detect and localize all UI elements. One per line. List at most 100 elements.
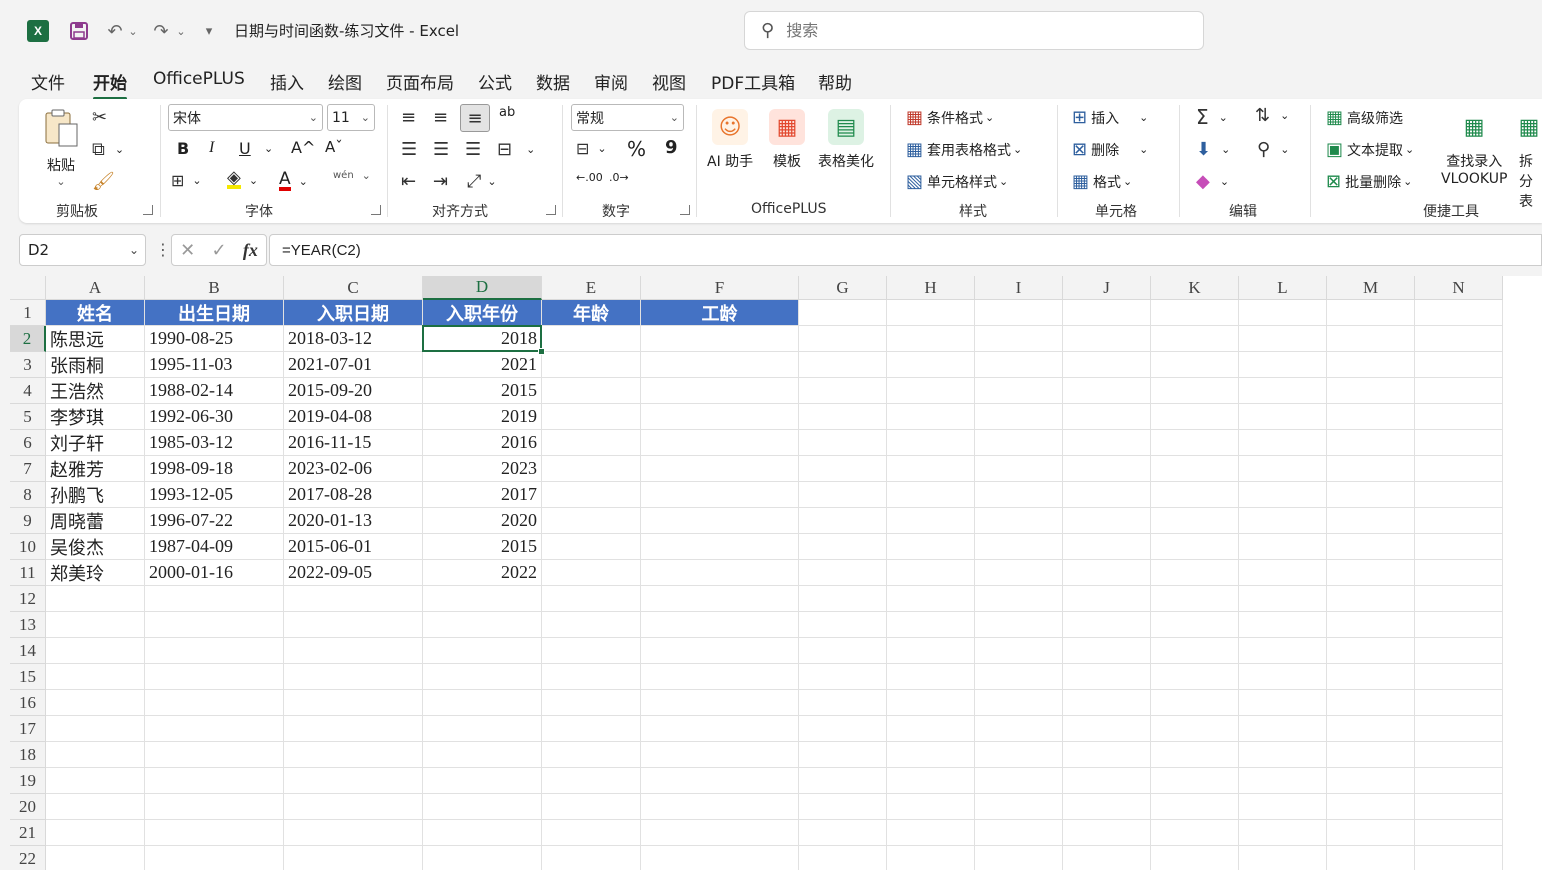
cell-l3[interactable]: [1239, 352, 1327, 378]
cell-g5[interactable]: [799, 404, 887, 430]
cell-j1[interactable]: [1063, 300, 1151, 326]
cell-a12[interactable]: [46, 586, 145, 612]
cell-c2[interactable]: 2018-03-12: [284, 326, 423, 352]
cell-e6[interactable]: [542, 430, 641, 456]
row-header-7[interactable]: 7: [10, 456, 46, 482]
cell-g16[interactable]: [799, 690, 887, 716]
formula-input[interactable]: =YEAR(C2): [269, 234, 1542, 266]
cell-l20[interactable]: [1239, 794, 1327, 820]
cell-f1[interactable]: 工龄: [641, 300, 799, 326]
cell-k5[interactable]: [1151, 404, 1239, 430]
alignment-launcher-icon[interactable]: [546, 205, 556, 215]
cell-b5[interactable]: 1992-06-30: [145, 404, 284, 430]
cell-a17[interactable]: [46, 716, 145, 742]
cell-styles-button[interactable]: ▧ 单元格样式 ⌄: [906, 171, 1008, 192]
cell-f3[interactable]: [641, 352, 799, 378]
undo-icon[interactable]: ↶: [102, 18, 128, 44]
cell-c17[interactable]: [284, 716, 423, 742]
cell-n21[interactable]: [1415, 820, 1503, 846]
decrease-indent-icon[interactable]: ⇤: [401, 171, 416, 192]
cell-e3[interactable]: [542, 352, 641, 378]
cell-a16[interactable]: [46, 690, 145, 716]
copy-icon[interactable]: ⧉ ⌄: [92, 139, 124, 160]
cell-m20[interactable]: [1327, 794, 1415, 820]
cell-c12[interactable]: [284, 586, 423, 612]
cell-a3[interactable]: 张雨桐: [46, 352, 145, 378]
cell-n13[interactable]: [1415, 612, 1503, 638]
cell-j6[interactable]: [1063, 430, 1151, 456]
column-header-n[interactable]: N: [1415, 276, 1503, 300]
cell-g15[interactable]: [799, 664, 887, 690]
cell-h6[interactable]: [887, 430, 975, 456]
cell-b7[interactable]: 1998-09-18: [145, 456, 284, 482]
conditional-format-button[interactable]: ▦ 条件格式 ⌄: [906, 107, 994, 128]
tab-data[interactable]: 数据: [536, 69, 570, 94]
row-header-8[interactable]: 8: [10, 482, 46, 508]
cell-b11[interactable]: 2000-01-16: [145, 560, 284, 586]
cell-i19[interactable]: [975, 768, 1063, 794]
comma-style-button[interactable]: 9: [665, 137, 678, 158]
cell-a21[interactable]: [46, 820, 145, 846]
cell-d14[interactable]: [423, 638, 542, 664]
cell-d13[interactable]: [423, 612, 542, 638]
cell-m5[interactable]: [1327, 404, 1415, 430]
cell-f6[interactable]: [641, 430, 799, 456]
column-header-f[interactable]: F: [641, 276, 799, 300]
cell-a11[interactable]: 郑美玲: [46, 560, 145, 586]
font-launcher-icon[interactable]: [371, 205, 381, 215]
cell-l18[interactable]: [1239, 742, 1327, 768]
cell-i20[interactable]: [975, 794, 1063, 820]
cell-e9[interactable]: [542, 508, 641, 534]
cell-d15[interactable]: [423, 664, 542, 690]
align-middle-icon[interactable]: ≡: [433, 107, 448, 128]
cell-i14[interactable]: [975, 638, 1063, 664]
cell-f9[interactable]: [641, 508, 799, 534]
cell-a13[interactable]: [46, 612, 145, 638]
cell-f19[interactable]: [641, 768, 799, 794]
borders-icon[interactable]: ⊞ ⌄: [171, 171, 202, 190]
tab-insert[interactable]: 插入: [270, 69, 304, 94]
cell-l7[interactable]: [1239, 456, 1327, 482]
cell-d16[interactable]: [423, 690, 542, 716]
fill-handle[interactable]: [538, 348, 545, 355]
cell-l2[interactable]: [1239, 326, 1327, 352]
cell-j4[interactable]: [1063, 378, 1151, 404]
cell-g4[interactable]: [799, 378, 887, 404]
row-header-2[interactable]: 2: [10, 326, 46, 352]
cell-j21[interactable]: [1063, 820, 1151, 846]
cell-n2[interactable]: [1415, 326, 1503, 352]
cell-h11[interactable]: [887, 560, 975, 586]
cell-l1[interactable]: [1239, 300, 1327, 326]
cell-n8[interactable]: [1415, 482, 1503, 508]
column-header-g[interactable]: G: [799, 276, 887, 300]
column-header-b[interactable]: B: [145, 276, 284, 300]
find-select-icon[interactable]: ⚲ ⌄: [1257, 139, 1289, 160]
cell-j18[interactable]: [1063, 742, 1151, 768]
cell-e21[interactable]: [542, 820, 641, 846]
cell-c11[interactable]: 2022-09-05: [284, 560, 423, 586]
cell-h17[interactable]: [887, 716, 975, 742]
cell-n18[interactable]: [1415, 742, 1503, 768]
save-icon[interactable]: [66, 18, 92, 44]
cell-g10[interactable]: [799, 534, 887, 560]
cell-m3[interactable]: [1327, 352, 1415, 378]
cell-h9[interactable]: [887, 508, 975, 534]
cell-g19[interactable]: [799, 768, 887, 794]
cell-c4[interactable]: 2015-09-20: [284, 378, 423, 404]
cell-h12[interactable]: [887, 586, 975, 612]
cell-m21[interactable]: [1327, 820, 1415, 846]
accounting-format-icon[interactable]: ⊟ ⌄: [576, 139, 607, 158]
cell-i8[interactable]: [975, 482, 1063, 508]
cell-m10[interactable]: [1327, 534, 1415, 560]
cell-a4[interactable]: 王浩然: [46, 378, 145, 404]
cell-k1[interactable]: [1151, 300, 1239, 326]
cell-f11[interactable]: [641, 560, 799, 586]
cell-l14[interactable]: [1239, 638, 1327, 664]
cell-l13[interactable]: [1239, 612, 1327, 638]
row-header-22[interactable]: 22: [10, 846, 46, 870]
cell-f8[interactable]: [641, 482, 799, 508]
cell-a2[interactable]: 陈思远: [46, 326, 145, 352]
cell-b8[interactable]: 1993-12-05: [145, 482, 284, 508]
cell-k20[interactable]: [1151, 794, 1239, 820]
cell-e13[interactable]: [542, 612, 641, 638]
